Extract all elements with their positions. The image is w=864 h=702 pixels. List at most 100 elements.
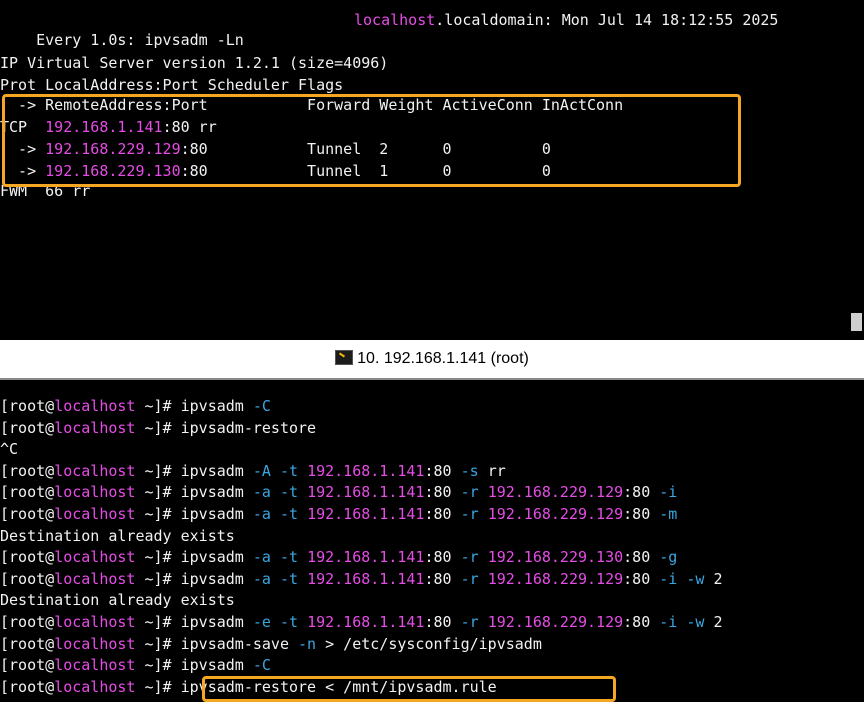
prompt-tail: ~]#	[135, 613, 181, 631]
prompt-host: localhost	[54, 397, 136, 415]
command-token: :80	[424, 483, 461, 502]
command-token: 192.168.1.141	[307, 505, 425, 523]
prompt-user: [root@	[0, 656, 55, 675]
shell-output-line: Destination already exists	[0, 591, 235, 610]
watch-terminal-pane[interactable]: Every 1.0s: ipvsadm -Ln localhost.locald…	[0, 0, 864, 340]
session-tab[interactable]: 10. 192.168.1.141 (root)	[0, 348, 864, 370]
command-token: -a -t	[252, 483, 308, 502]
ipvs-version-line: IP Virtual Server version 1.2.1 (size=40…	[0, 54, 389, 72]
prompt-host: localhost	[54, 505, 136, 523]
prompt-user: [root@	[0, 548, 55, 567]
shell-command-line: [root@localhost ~]# ipvsadm -a -t 192.16…	[0, 569, 723, 589]
prompt-user: [root@	[0, 483, 55, 502]
command-token: 2	[713, 569, 723, 588]
command-token: ipvsadm	[180, 548, 253, 567]
command-token: ipvsadm	[180, 397, 253, 415]
command-token: -i -w	[659, 569, 714, 588]
prompt-user: [root@	[0, 397, 55, 415]
command-token: 192.168.1.141	[307, 548, 425, 567]
command-token: -n	[298, 634, 317, 653]
command-token: ipvsadm	[180, 569, 253, 588]
command-token: :80	[623, 548, 660, 567]
command-token: :80	[424, 548, 461, 567]
shell-command-line: [root@localhost ~]# ipvsadm -a -t 192.16…	[0, 547, 677, 567]
shell-command-line: [root@localhost ~]# ipvsadm -C	[0, 655, 271, 675]
command-token: ipvsadm	[180, 656, 253, 675]
prompt-user: [root@	[0, 677, 55, 696]
command-token: 192.168.229.129	[487, 483, 624, 502]
command-token: 192.168.229.129	[487, 505, 624, 523]
watch-datetime: .localdomain: Mon Jul 14 18:12:55 2025	[435, 11, 779, 29]
command-token: :80	[623, 483, 660, 502]
command-token: -s	[460, 461, 488, 480]
prompt-tail: ~]#	[135, 418, 181, 437]
terminal-icon	[335, 350, 354, 365]
command-token: 192.168.1.141	[307, 613, 425, 631]
watch-header: Every 1.0s: ipvsadm -Ln localhost.locald…	[0, 10, 778, 49]
shell-command-line: [root@localhost ~]# ipvsadm-save -n > /e…	[0, 634, 542, 654]
shell-command-line: [root@localhost ~]# ipvsadm -a -t 192.16…	[0, 482, 677, 502]
command-token: -m	[659, 505, 678, 523]
command-token: 192.168.229.129	[487, 569, 624, 588]
highlight-box-restore-command	[202, 676, 616, 702]
watch-command: Every 1.0s: ipvsadm -Ln	[36, 31, 244, 49]
command-token: ipvsadm	[180, 505, 253, 523]
command-token: ipvsadm	[180, 461, 253, 480]
shell-command-line: [root@localhost ~]# ipvsadm -e -t 192.16…	[0, 612, 723, 632]
prompt-tail: ~]#	[135, 634, 181, 653]
shell-output-line: Destination already exists	[0, 526, 235, 545]
prompt-host: localhost	[54, 483, 136, 502]
command-token: ipvsadm	[180, 483, 253, 502]
prompt-host: localhost	[54, 656, 136, 675]
command-token: -i -w	[659, 613, 714, 631]
watch-host: localhost	[354, 11, 436, 29]
prompt-host: localhost	[54, 418, 136, 437]
command-token: :80	[424, 613, 461, 631]
prompt-user: [root@	[0, 634, 55, 653]
shell-command-line: [root@localhost ~]# ipvsadm -a -t 192.16…	[0, 504, 677, 524]
command-token: -e -t	[252, 613, 308, 631]
ipvs-columns-line: Prot LocalAddress:Port Scheduler Flags	[0, 76, 344, 94]
shell-command-line: [root@localhost ~]# ipvsadm-restore	[0, 418, 316, 438]
command-token: -r	[460, 483, 488, 502]
prompt-user: [root@	[0, 613, 55, 631]
command-token: -a -t	[252, 505, 308, 523]
command-token: 192.168.229.130	[487, 548, 624, 567]
command-token: :80	[623, 569, 660, 588]
command-token: -C	[252, 656, 271, 675]
prompt-tail: ~]#	[135, 397, 181, 415]
command-token: :80	[623, 505, 660, 523]
command-token: ipvsadm	[180, 613, 253, 631]
command-token: 2	[713, 613, 723, 631]
prompt-tail: ~]#	[135, 505, 181, 523]
prompt-host: localhost	[54, 613, 136, 631]
shell-terminal-pane[interactable]: [root@localhost ~]# ipvsadm -C [root@loca…	[0, 380, 864, 702]
prompt-tail: ~]#	[135, 656, 181, 675]
command-token: -r	[460, 613, 488, 631]
shell-command-line: [root@localhost ~]# ipvsadm -A -t 192.16…	[0, 461, 506, 481]
command-token: :80	[424, 505, 461, 523]
prompt-user: [root@	[0, 569, 55, 588]
prompt-tail: ~]#	[135, 548, 181, 567]
command-token: -C	[252, 397, 271, 415]
prompt-host: localhost	[54, 677, 136, 696]
prompt-user: [root@	[0, 505, 55, 523]
session-tab-bar[interactable]: 10. 192.168.1.141 (root)	[0, 340, 864, 380]
session-tab-title: 10. 192.168.1.141 (root)	[357, 350, 529, 367]
watch-host-datetime: localhost.localdomain: Mon Jul 14 18:12:…	[354, 10, 778, 30]
command-token: :80	[424, 461, 461, 480]
prompt-tail: ~]#	[135, 677, 181, 696]
command-token: -A -t	[252, 461, 308, 480]
prompt-tail: ~]#	[135, 483, 181, 502]
prompt-host: localhost	[54, 569, 136, 588]
command-token: -i	[659, 483, 678, 502]
command-token: ipvsadm-restore	[180, 418, 317, 437]
command-token: 192.168.1.141	[307, 483, 425, 502]
command-token: > /etc/sysconfig/ipvsadm	[316, 634, 542, 653]
prompt-host: localhost	[54, 548, 136, 567]
prompt-user: [root@	[0, 418, 55, 437]
terminal-cursor	[851, 313, 862, 331]
prompt-tail: ~]#	[135, 569, 181, 588]
command-token: :80	[424, 569, 461, 588]
prompt-tail: ~]#	[135, 461, 181, 480]
